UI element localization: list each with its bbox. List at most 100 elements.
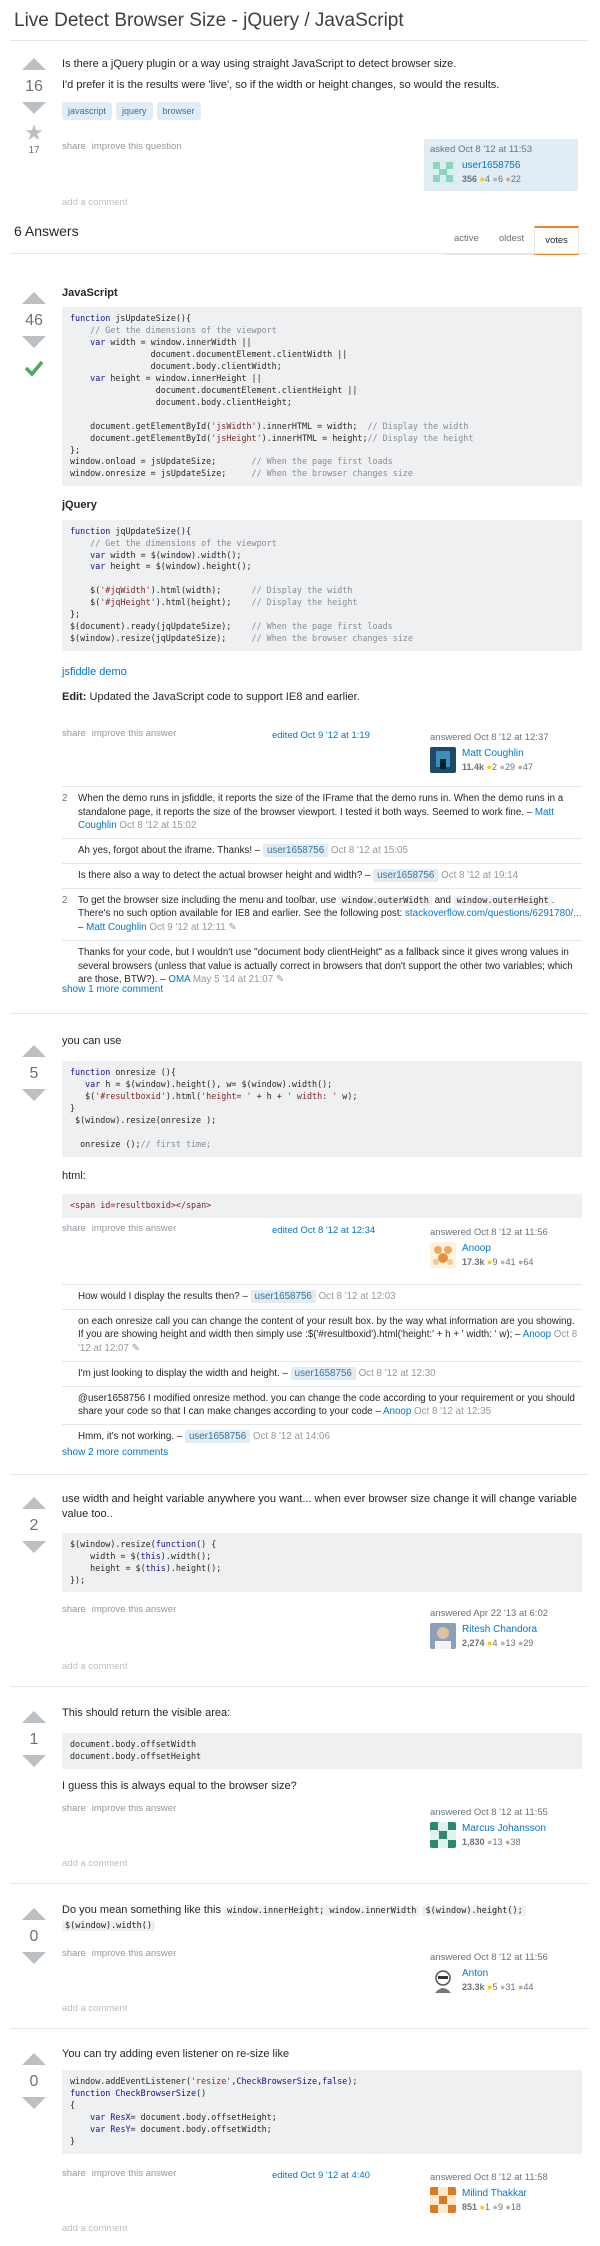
downvote-arrow-icon[interactable] — [22, 1952, 46, 1965]
upvote-arrow-icon[interactable] — [22, 58, 46, 70]
improve-link[interactable]: improve this question — [92, 140, 182, 153]
question-title[interactable]: Live Detect Browser Size - jQuery / Java… — [14, 8, 404, 35]
upvote-arrow-icon[interactable] — [22, 292, 46, 304]
add-comment-link[interactable]: add a comment — [62, 196, 127, 209]
code-block: function jqUpdateSize(){ // Get the dime… — [62, 519, 582, 651]
comment: How would I display the results then? – … — [62, 1284, 582, 1309]
code-block: $(window).resize(function() { width = $(… — [62, 1532, 582, 1593]
upvote-arrow-icon[interactable] — [22, 1711, 46, 1723]
downvote-arrow-icon[interactable] — [22, 1541, 46, 1554]
avatar[interactable] — [430, 1967, 456, 1994]
user-name[interactable]: user1658756 — [462, 159, 521, 173]
answer-vote-cell: 0 — [14, 2053, 54, 2110]
comment-user[interactable]: user1658756 — [373, 868, 439, 882]
downvote-arrow-icon[interactable] — [22, 1089, 46, 1102]
answer-vote-cell: 0 — [14, 1908, 54, 1965]
answered-date: answered Oct 8 '12 at 11:55 — [430, 1807, 548, 1818]
avatar[interactable] — [430, 747, 456, 774]
improve-link[interactable]: improve this answer — [92, 727, 176, 740]
share-link[interactable]: share — [62, 1947, 86, 1960]
improve-link[interactable]: improve this answer — [92, 1222, 176, 1235]
comment: Is there also a way to detect the actual… — [62, 862, 582, 888]
jsfiddle-link[interactable]: jsfiddle demo — [62, 666, 127, 678]
favorite-star-icon[interactable]: ★ — [14, 122, 54, 144]
answer-body: You can try adding even listener on re-s… — [62, 2047, 582, 2154]
edited-link[interactable]: edited Oct 9 '12 at 4:40 — [272, 2169, 370, 2182]
tab-votes[interactable]: votes — [534, 226, 579, 256]
question-text: I'd prefer it is the results were 'live'… — [62, 79, 500, 92]
user-name[interactable]: Milind Thakkar — [462, 2187, 527, 2201]
tag[interactable]: javascript — [62, 101, 113, 121]
avatar[interactable] — [430, 1623, 456, 1650]
question-text: Is there a jQuery plugin or a way using … — [62, 58, 457, 70]
user-reputation: 23.3k ●5 ●31 ●44 — [462, 1982, 534, 1993]
tag[interactable]: browser — [156, 101, 201, 121]
improve-link[interactable]: improve this answer — [92, 1603, 176, 1616]
post-menu: share improve this question — [62, 140, 182, 153]
user-reputation: 17.3k ●9 ●41 ●64 — [462, 1257, 534, 1268]
share-link[interactable]: share — [62, 1802, 86, 1815]
upvote-arrow-icon[interactable] — [22, 1908, 46, 1920]
comment-link[interactable]: stackoverflow.com/questions/6291780/... — [405, 908, 581, 919]
post-menu: share improve this answer — [62, 1802, 176, 1815]
answer-text: I guess this is always equal to the brow… — [62, 1780, 297, 1793]
add-comment-link[interactable]: add a comment — [62, 2002, 127, 2015]
share-link[interactable]: share — [62, 1603, 86, 1616]
avatar[interactable] — [430, 1822, 456, 1849]
downvote-arrow-icon[interactable] — [22, 1755, 46, 1768]
comment-user[interactable]: Matt Coughlin — [86, 922, 146, 933]
add-comment-link[interactable]: add a comment — [62, 1857, 127, 1870]
user-name[interactable]: Matt Coughlin — [462, 747, 533, 761]
avatar[interactable] — [430, 2187, 456, 2214]
comment-user[interactable]: user1658756 — [250, 1290, 316, 1303]
code-block: function jsUpdateSize(){ // Get the dime… — [62, 307, 582, 487]
asked-date: asked Oct 8 '12 at 11:53 — [430, 144, 532, 155]
user-name[interactable]: Marcus Johansson — [462, 1822, 546, 1836]
improve-link[interactable]: improve this answer — [92, 2167, 176, 2180]
user-name[interactable]: Anoop — [462, 1242, 533, 1256]
user-name[interactable]: Ritesh Chandora — [462, 1623, 537, 1637]
improve-link[interactable]: improve this answer — [92, 1947, 176, 1960]
comment-user[interactable]: user1658756 — [184, 1429, 251, 1443]
divider — [10, 2028, 588, 2029]
avatar[interactable] — [430, 159, 456, 186]
downvote-arrow-icon[interactable] — [22, 2097, 46, 2110]
upvote-arrow-icon[interactable] — [22, 2053, 46, 2065]
share-link[interactable]: share — [62, 1222, 86, 1235]
answerer-signature: answered Oct 8 '12 at 11:55 Marcus Johan… — [424, 1802, 578, 1853]
vote-count: 46 — [25, 312, 43, 329]
tab-active[interactable]: active — [444, 226, 489, 256]
share-link[interactable]: share — [62, 2167, 86, 2180]
comment-user[interactable]: Anoop — [523, 1329, 551, 1340]
tag[interactable]: jquery — [116, 101, 153, 121]
vote-count: 16 — [25, 78, 43, 95]
comment-user[interactable]: OMA — [168, 974, 190, 985]
post-menu: share improve this answer — [62, 1947, 176, 1960]
edited-link[interactable]: edited Oct 8 '12 at 12:34 — [272, 1224, 375, 1237]
answered-date: answered Oct 8 '12 at 11:56 — [430, 1952, 548, 1963]
comment-user[interactable]: user1658756 — [290, 1366, 356, 1380]
answered-date: answered Apr 22 '13 at 6:02 — [430, 1608, 549, 1619]
answered-date: answered Oct 8 '12 at 11:56 — [430, 1227, 548, 1238]
edited-link[interactable]: edited Oct 9 '12 at 1:19 — [272, 729, 370, 742]
share-link[interactable]: share — [62, 727, 86, 740]
share-link[interactable]: share — [62, 140, 86, 153]
comment-user[interactable]: user1658756 — [262, 844, 329, 858]
show-more-comments-link[interactable]: show 1 more comment — [62, 983, 163, 997]
upvote-arrow-icon[interactable] — [22, 1497, 46, 1509]
comment-user[interactable]: Anoop — [383, 1406, 411, 1417]
downvote-arrow-icon[interactable] — [22, 336, 46, 349]
asker-signature: asked Oct 8 '12 at 11:53 user1658756 356… — [424, 139, 578, 191]
improve-link[interactable]: improve this answer — [92, 1802, 176, 1815]
add-comment-link[interactable]: add a comment — [62, 1660, 127, 1673]
tab-oldest[interactable]: oldest — [488, 226, 535, 256]
avatar[interactable] — [430, 1242, 456, 1269]
comment: 2 When the demo runs in jsfiddle, it repo… — [62, 786, 582, 838]
show-more-comments-link[interactable]: show 2 more comments — [62, 1446, 168, 1460]
question-vote-cell: 16 ★ 17 — [14, 58, 54, 158]
downvote-arrow-icon[interactable] — [22, 102, 46, 115]
upvote-arrow-icon[interactable] — [22, 1045, 46, 1057]
user-name[interactable]: Anton — [462, 1967, 533, 1981]
add-comment-link[interactable]: add a comment — [62, 2222, 127, 2235]
divider — [10, 1686, 588, 1687]
